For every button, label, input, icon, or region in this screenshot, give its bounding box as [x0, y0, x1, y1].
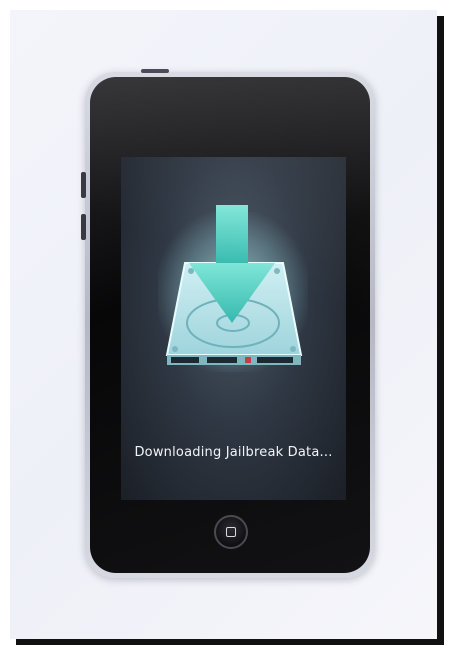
photo-frame: Downloading Jailbreak Data...: [0, 0, 453, 655]
home-square-icon: [226, 527, 236, 537]
photo: Downloading Jailbreak Data...: [10, 10, 437, 639]
device-face: Downloading Jailbreak Data...: [90, 77, 370, 573]
volume-up-button: [81, 172, 86, 198]
ipod-device: Downloading Jailbreak Data...: [81, 69, 375, 578]
device-screen: Downloading Jailbreak Data...: [121, 157, 346, 500]
home-button[interactable]: [214, 515, 248, 549]
download-status-text: Downloading Jailbreak Data...: [134, 445, 333, 460]
frame-shadow-bottom: [16, 639, 444, 645]
frame-shadow-right: [437, 16, 444, 644]
volume-down-button: [81, 214, 86, 240]
hard-drive-download-icon: [165, 205, 303, 365]
sleep-button: [141, 69, 169, 73]
